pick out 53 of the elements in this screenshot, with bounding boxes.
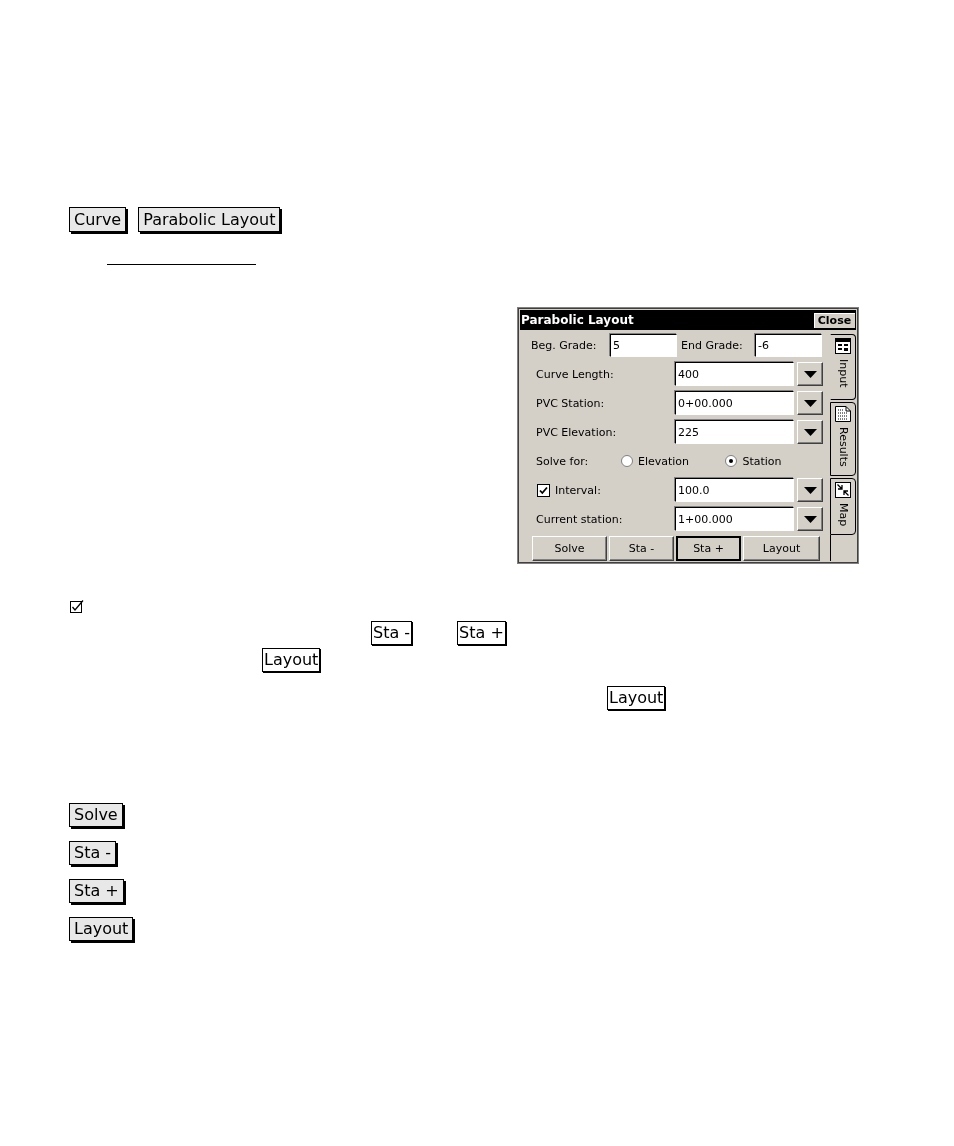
caret-icon bbox=[803, 486, 817, 494]
key-button[interactable]: Curve bbox=[69, 207, 127, 232]
key-button[interactable]: Layout bbox=[69, 917, 134, 941]
checkbox[interactable] bbox=[537, 483, 550, 497]
text-field[interactable]: 225 bbox=[675, 420, 794, 444]
checkbox-icon bbox=[70, 600, 84, 614]
caret-icon bbox=[803, 370, 817, 378]
caret-icon bbox=[803, 428, 817, 436]
key-button[interactable]: Sta - bbox=[69, 841, 117, 865]
tab[interactable]: Input bbox=[830, 334, 856, 401]
field-label: PVC Elevation: bbox=[536, 425, 618, 439]
tab[interactable]: Results bbox=[830, 402, 856, 477]
field-label: PVC Station: bbox=[536, 396, 606, 410]
caret-icon bbox=[803, 399, 817, 407]
key-button[interactable]: Sta + bbox=[69, 879, 124, 903]
radio-button[interactable] bbox=[725, 455, 738, 467]
text-field[interactable]: 5 bbox=[610, 334, 677, 357]
inward-arrows-icon bbox=[835, 482, 851, 499]
field-label: End Grade: bbox=[680, 339, 744, 352]
command-button[interactable]: Sta + bbox=[676, 536, 741, 561]
dropdown-button[interactable] bbox=[797, 478, 823, 502]
window-title: Parabolic Layout bbox=[520, 313, 634, 327]
text-field[interactable]: 0+00.000 bbox=[675, 391, 794, 415]
text-field[interactable]: 1+00.000 bbox=[675, 507, 794, 531]
dropdown-button[interactable] bbox=[797, 507, 823, 531]
inline-button[interactable]: Sta + bbox=[457, 621, 506, 645]
caret-icon bbox=[803, 515, 817, 523]
field-label: Beg. Grade: bbox=[531, 339, 598, 352]
close-button[interactable]: Close bbox=[813, 311, 856, 329]
document-icon bbox=[835, 406, 851, 423]
text-field[interactable]: -6 bbox=[755, 334, 822, 357]
option-label: Station bbox=[742, 454, 782, 468]
command-button[interactable]: Sta - bbox=[609, 536, 674, 561]
dropdown-button[interactable] bbox=[797, 362, 823, 386]
form-icon bbox=[835, 338, 851, 354]
dropdown-button[interactable] bbox=[797, 391, 823, 415]
command-button[interactable]: Layout bbox=[743, 536, 820, 561]
option-label: Elevation bbox=[637, 454, 690, 468]
text-field[interactable]: 400 bbox=[675, 362, 794, 386]
field-label: Curve Length: bbox=[536, 367, 615, 381]
field-label: Current station: bbox=[536, 512, 624, 526]
key-button[interactable]: Solve bbox=[69, 803, 123, 827]
dropdown-button[interactable] bbox=[797, 420, 823, 444]
inline-button[interactable]: Sta - bbox=[371, 621, 413, 645]
field-label: Solve for: bbox=[536, 454, 590, 468]
field-label: Interval: bbox=[555, 483, 601, 497]
inline-button[interactable]: Layout bbox=[262, 648, 321, 672]
inline-button[interactable]: Layout bbox=[607, 686, 666, 710]
key-button[interactable]: Parabolic Layout bbox=[138, 207, 281, 232]
radio-button[interactable] bbox=[620, 455, 633, 467]
text-field[interactable]: 100.0 bbox=[675, 478, 794, 502]
command-button[interactable]: Solve bbox=[532, 536, 607, 561]
tab[interactable]: Map bbox=[830, 478, 856, 536]
